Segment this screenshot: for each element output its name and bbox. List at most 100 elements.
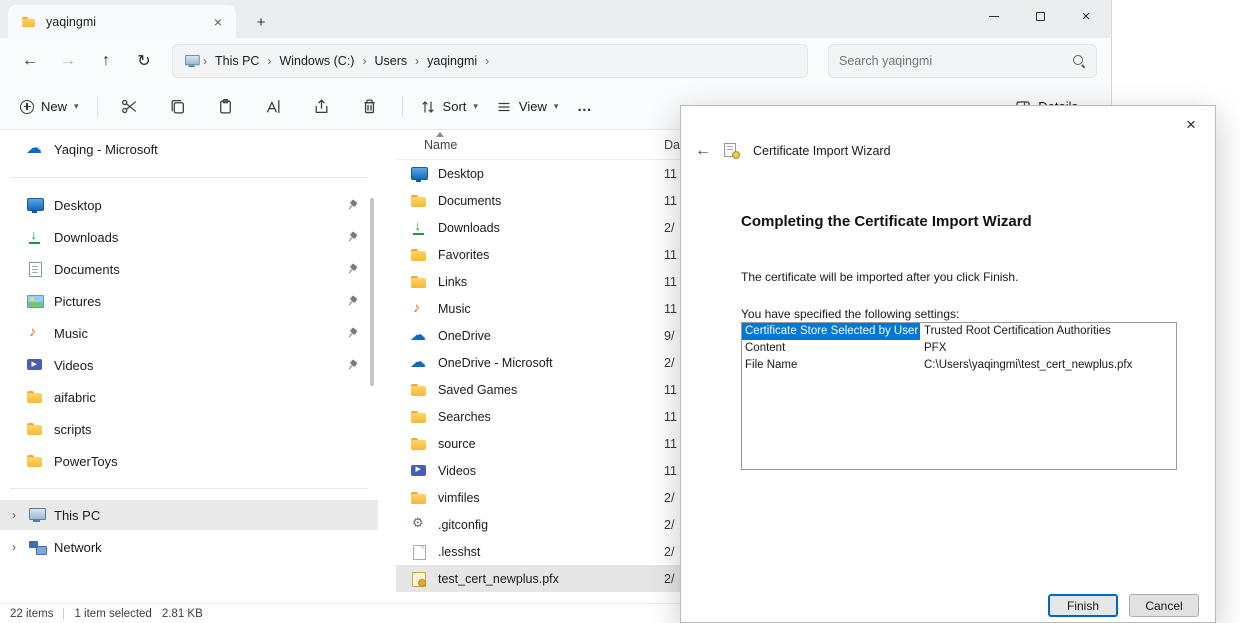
sort-button[interactable]: Sort — [411, 92, 487, 122]
file-name: Videos — [438, 464, 476, 478]
sidebar-item[interactable]: Music — [0, 317, 378, 349]
cloud-icon — [410, 355, 428, 371]
file-date: 11 — [664, 410, 677, 424]
folder-icon — [410, 382, 428, 398]
sidebar-item[interactable]: Videos — [0, 349, 378, 381]
breadcrumb-chevron-icon[interactable] — [360, 54, 368, 68]
breadcrumb-chevron-icon[interactable] — [483, 54, 491, 68]
videos-icon — [410, 463, 428, 479]
date-column-header[interactable]: Da — [664, 138, 680, 152]
expand-chevron-icon[interactable] — [8, 508, 20, 522]
file-name: Music — [438, 302, 471, 316]
pin-icon — [344, 325, 361, 342]
file-date: 11 — [664, 275, 677, 289]
settings-list: Certificate Store Selected by User Trust… — [741, 322, 1177, 470]
cut-button[interactable] — [107, 90, 153, 124]
address-bar[interactable]: This PC Windows (C:) Users yaqingmi — [172, 44, 808, 78]
sidebar-item[interactable]: Desktop — [0, 189, 378, 221]
share-button[interactable] — [299, 90, 345, 124]
expand-chevron-icon[interactable] — [8, 540, 20, 554]
settings-row[interactable]: Certificate Store Selected by User Trust… — [742, 323, 1176, 340]
cut-icon — [121, 98, 138, 115]
breadcrumb-item[interactable]: Windows (C:) — [273, 51, 360, 71]
file-name: Favorites — [438, 248, 489, 262]
close-button[interactable] — [1063, 0, 1109, 32]
sidebar-item-label: scripts — [54, 422, 92, 437]
copy-button[interactable] — [155, 90, 201, 124]
name-column-header[interactable]: Name — [396, 138, 457, 152]
sidebar-item[interactable]: scripts — [0, 413, 378, 445]
explorer-tab[interactable]: yaqingmi — [8, 5, 236, 38]
forward-button[interactable] — [52, 45, 84, 77]
sidebar-item-onedrive-account[interactable]: Yaqing - Microsoft — [0, 132, 378, 166]
music-icon — [410, 301, 428, 317]
view-button[interactable]: View — [487, 92, 567, 122]
minimize-icon — [989, 16, 999, 17]
finish-button[interactable]: Finish — [1048, 594, 1118, 617]
minimize-button[interactable] — [971, 0, 1017, 32]
sidebar-item[interactable]: Pictures — [0, 285, 378, 317]
breadcrumb-chevron-icon[interactable] — [265, 54, 273, 68]
sidebar-item[interactable]: Documents — [0, 253, 378, 285]
sort-icon — [420, 99, 436, 115]
settings-row[interactable]: Content PFX — [742, 340, 1176, 357]
breadcrumb: This PC Windows (C:) Users yaqingmi — [209, 51, 491, 71]
breadcrumb-item[interactable]: Users — [368, 51, 413, 71]
file-date: 2/ — [664, 491, 674, 505]
tab-close-icon[interactable] — [208, 12, 228, 32]
breadcrumb-chevron-icon[interactable] — [413, 54, 421, 68]
chevron-down-icon — [74, 101, 79, 112]
file-name: Desktop — [438, 167, 484, 181]
cancel-button[interactable]: Cancel — [1129, 594, 1199, 617]
dialog-back-icon[interactable] — [695, 142, 711, 160]
new-tab-button[interactable] — [250, 11, 272, 33]
breadcrumb-item[interactable]: This PC — [209, 51, 265, 71]
new-button[interactable]: New — [10, 92, 89, 121]
search-input[interactable] — [839, 54, 1072, 68]
sidebar-item[interactable]: aifabric — [0, 381, 378, 413]
pin-icon — [344, 293, 361, 310]
navigation-bar: This PC Windows (C:) Users yaqingmi — [0, 38, 1111, 84]
gear-icon — [410, 517, 428, 533]
new-button-label: New — [41, 99, 67, 114]
file-name: Documents — [438, 194, 501, 208]
paste-button[interactable] — [203, 90, 249, 124]
dialog-close-button[interactable] — [1176, 112, 1206, 138]
sidebar-scrollbar[interactable] — [370, 198, 374, 386]
folder-icon — [410, 490, 428, 506]
wizard-heading: Completing the Certificate Import Wizard — [741, 213, 1032, 230]
certificate-seal-shape — [732, 151, 740, 159]
delete-button[interactable] — [347, 90, 393, 124]
sidebar-tree-item[interactable]: This PC — [0, 500, 378, 530]
maximize-button[interactable] — [1017, 0, 1063, 32]
refresh-button[interactable] — [128, 45, 160, 77]
network-icon — [28, 539, 46, 555]
folder-icon — [410, 436, 428, 452]
settings-row[interactable]: File Name C:\Users\yaqingmi\test_cert_ne… — [742, 357, 1176, 374]
more-options-button[interactable] — [567, 90, 601, 124]
sidebar-divider — [10, 177, 368, 178]
sidebar-quick-access-list: Desktop Downloads Documents P — [0, 189, 378, 477]
folder-icon — [410, 409, 428, 425]
sidebar-tree-item[interactable]: Network — [0, 532, 378, 562]
chevron-down-icon — [554, 101, 559, 112]
rename-button[interactable] — [251, 90, 297, 124]
cloud-icon — [26, 141, 44, 157]
plus-icon — [20, 100, 34, 114]
file-name: OneDrive — [438, 329, 491, 343]
file-date: 2/ — [664, 545, 674, 559]
sidebar-item-label: Documents — [54, 262, 120, 277]
up-button[interactable] — [90, 45, 122, 77]
sidebar-item[interactable]: Downloads — [0, 221, 378, 253]
pin-icon — [344, 229, 361, 246]
dialog-title: Certificate Import Wizard — [753, 144, 891, 158]
downloads-icon — [410, 220, 428, 236]
search-icon[interactable] — [1072, 54, 1086, 68]
breadcrumb-chevron-icon[interactable] — [201, 54, 209, 68]
certificate-wizard-icon — [722, 142, 742, 160]
back-button[interactable] — [14, 45, 46, 77]
breadcrumb-item[interactable]: yaqingmi — [421, 51, 483, 71]
file-date: 2/ — [664, 221, 674, 235]
sidebar-item[interactable]: PowerToys — [0, 445, 378, 477]
file-date: 2/ — [664, 572, 674, 586]
